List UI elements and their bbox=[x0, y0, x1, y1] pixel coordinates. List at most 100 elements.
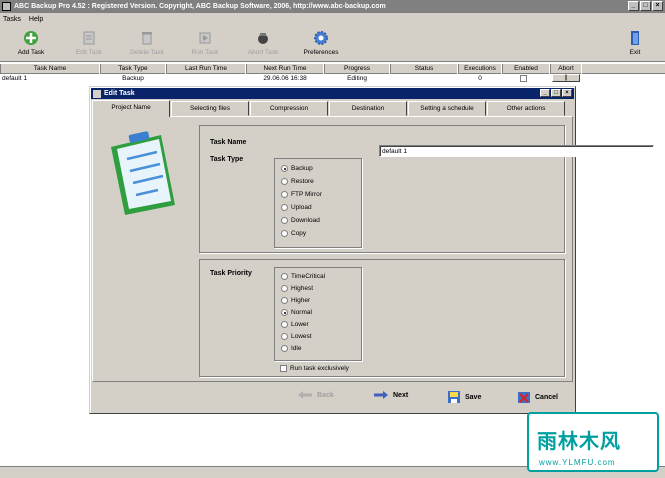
tab-destination[interactable]: Destination bbox=[329, 101, 407, 116]
edit-task-button[interactable]: Edit Task bbox=[60, 29, 118, 56]
delete-task-button[interactable]: Delete Task bbox=[118, 29, 176, 56]
minimize-button[interactable]: _ bbox=[628, 1, 639, 11]
watermark-logo: 雨林木风 www.YLMFU.com bbox=[527, 412, 659, 472]
dialog-maximize-button[interactable]: □ bbox=[551, 89, 561, 97]
run-exclusive-checkbox[interactable] bbox=[280, 365, 287, 372]
back-button[interactable]: Back bbox=[297, 390, 334, 400]
dialog-titlebar: Edit Task _ □ × bbox=[91, 88, 574, 99]
radio-upload-circle[interactable] bbox=[281, 204, 288, 211]
radio-highest[interactable]: Highest bbox=[281, 284, 313, 293]
cell-next-run: 29.06.06 16:38 bbox=[263, 75, 307, 82]
close-button[interactable]: × bbox=[652, 1, 663, 11]
radio-restore-circle[interactable] bbox=[281, 178, 288, 185]
menu-tasks[interactable]: Tasks bbox=[3, 16, 21, 23]
run-task-icon bbox=[199, 32, 211, 44]
next-arrow-icon bbox=[374, 391, 388, 399]
window-title: ABC Backup Pro 4.52 : Registered Version… bbox=[14, 3, 386, 10]
maximize-button[interactable]: □ bbox=[640, 1, 651, 11]
run-exclusive-option[interactable]: Run task exclusively bbox=[280, 364, 349, 373]
abort-row-button[interactable]: || bbox=[552, 74, 580, 82]
radio-ftp-mirror[interactable]: FTP Mirror bbox=[281, 190, 322, 199]
cell-executions: 0 bbox=[478, 75, 482, 82]
add-task-button[interactable]: Add Task bbox=[2, 29, 60, 56]
cancel-button[interactable]: Cancel bbox=[517, 390, 558, 404]
dialog-tabs: Project Name Selecting files Compression… bbox=[92, 100, 575, 117]
radio-highest-circle[interactable] bbox=[281, 285, 288, 292]
edit-task-dialog: Edit Task _ □ × Project Name Selecting f… bbox=[89, 86, 654, 414]
tab-project-name[interactable]: Project Name bbox=[92, 100, 170, 117]
next-button[interactable]: Next bbox=[373, 390, 408, 400]
col-next-run[interactable]: Next Run Time bbox=[246, 64, 324, 74]
dialog-controls: _ □ × bbox=[540, 89, 572, 97]
radio-lower-circle[interactable] bbox=[281, 321, 288, 328]
radio-lowest[interactable]: Lowest bbox=[281, 332, 312, 341]
toolbar: Add Task Edit Task Delete Task Run Task … bbox=[0, 26, 665, 62]
abort-task-button[interactable]: Abort Task bbox=[234, 29, 292, 56]
col-enabled[interactable]: Enabled bbox=[502, 64, 550, 74]
tab-setting-schedule[interactable]: Setting a schedule bbox=[408, 101, 486, 116]
col-status[interactable]: Status bbox=[390, 64, 458, 74]
radio-upload[interactable]: Upload bbox=[281, 203, 312, 212]
radio-copy-circle[interactable] bbox=[281, 230, 288, 237]
col-task-type[interactable]: Task Type bbox=[100, 64, 166, 74]
radio-normal-circle[interactable] bbox=[281, 309, 288, 316]
radio-restore[interactable]: Restore bbox=[281, 177, 314, 186]
radio-lowest-circle[interactable] bbox=[281, 333, 288, 340]
tab-other-actions[interactable]: Other actions bbox=[487, 101, 565, 116]
radio-idle-circle[interactable] bbox=[281, 345, 288, 352]
project-name-panel: Task Name Task Type Backup Restore FTP M… bbox=[92, 116, 654, 382]
radio-ftp-mirror-circle[interactable] bbox=[281, 191, 288, 198]
task-type-radio-group: Backup Restore FTP Mirror Upload Downloa… bbox=[274, 158, 362, 248]
save-icon bbox=[448, 391, 460, 403]
col-abort[interactable]: Abort bbox=[550, 64, 582, 74]
run-task-button[interactable]: Run Task bbox=[176, 29, 234, 56]
dialog-close-button[interactable]: × bbox=[562, 89, 572, 97]
radio-timecritical[interactable]: TimeCritical bbox=[281, 272, 325, 281]
watermark-url: www.YLMFU.com bbox=[539, 458, 616, 467]
enabled-checkbox[interactable] bbox=[520, 75, 527, 82]
radio-higher-circle[interactable] bbox=[281, 297, 288, 304]
task-settings-group: Task Name Task Type Backup Restore FTP M… bbox=[199, 125, 654, 253]
task-priority-label: Task Priority bbox=[210, 270, 252, 277]
cell-task-type: Backup bbox=[122, 75, 144, 82]
col-executions[interactable]: Executions bbox=[458, 64, 502, 74]
menubar: Tasks Help bbox=[0, 13, 665, 26]
dialog-title: Edit Task bbox=[104, 90, 135, 97]
radio-copy[interactable]: Copy bbox=[281, 229, 306, 238]
exit-button[interactable]: Exit bbox=[606, 29, 664, 56]
back-arrow-icon bbox=[298, 391, 312, 399]
edit-task-icon bbox=[83, 31, 95, 45]
col-last-run[interactable]: Last Run Time bbox=[166, 64, 246, 74]
tab-selecting-files[interactable]: Selecting files bbox=[171, 101, 249, 116]
radio-download-circle[interactable] bbox=[281, 217, 288, 224]
col-progress[interactable]: Progress bbox=[324, 64, 390, 74]
dialog-minimize-button[interactable]: _ bbox=[540, 89, 550, 97]
radio-backup-circle[interactable] bbox=[281, 165, 288, 172]
cell-progress: Editing bbox=[347, 75, 367, 82]
radio-backup[interactable]: Backup bbox=[281, 164, 313, 173]
dialog-button-row: Back Next Save Cancel bbox=[91, 384, 574, 412]
preferences-button[interactable]: Preferences bbox=[292, 29, 350, 56]
main-titlebar: ABC Backup Pro 4.52 : Registered Version… bbox=[0, 0, 665, 13]
add-task-icon bbox=[24, 31, 38, 45]
radio-higher[interactable]: Higher bbox=[281, 296, 310, 305]
task-name-input[interactable] bbox=[379, 145, 654, 157]
cell-task-name: default 1 bbox=[2, 75, 27, 82]
tab-compression[interactable]: Compression bbox=[250, 101, 328, 116]
menu-help[interactable]: Help bbox=[29, 16, 43, 23]
abort-task-icon bbox=[258, 33, 268, 44]
radio-timecritical-circle[interactable] bbox=[281, 273, 288, 280]
radio-normal[interactable]: Normal bbox=[281, 308, 312, 317]
task-grid-header: Task Name Task Type Last Run Time Next R… bbox=[0, 64, 665, 74]
app-icon bbox=[2, 2, 11, 11]
radio-download[interactable]: Download bbox=[281, 216, 320, 225]
radio-idle[interactable]: Idle bbox=[281, 344, 301, 353]
trash-icon bbox=[142, 32, 152, 45]
col-task-name[interactable]: Task Name bbox=[0, 64, 100, 74]
save-button[interactable]: Save bbox=[447, 390, 481, 404]
cancel-icon bbox=[518, 392, 530, 403]
gear-icon bbox=[314, 31, 328, 45]
dialog-icon bbox=[93, 89, 101, 98]
radio-lower[interactable]: Lower bbox=[281, 320, 309, 329]
task-priority-group: Task Priority TimeCritical Highest Highe… bbox=[199, 259, 565, 377]
